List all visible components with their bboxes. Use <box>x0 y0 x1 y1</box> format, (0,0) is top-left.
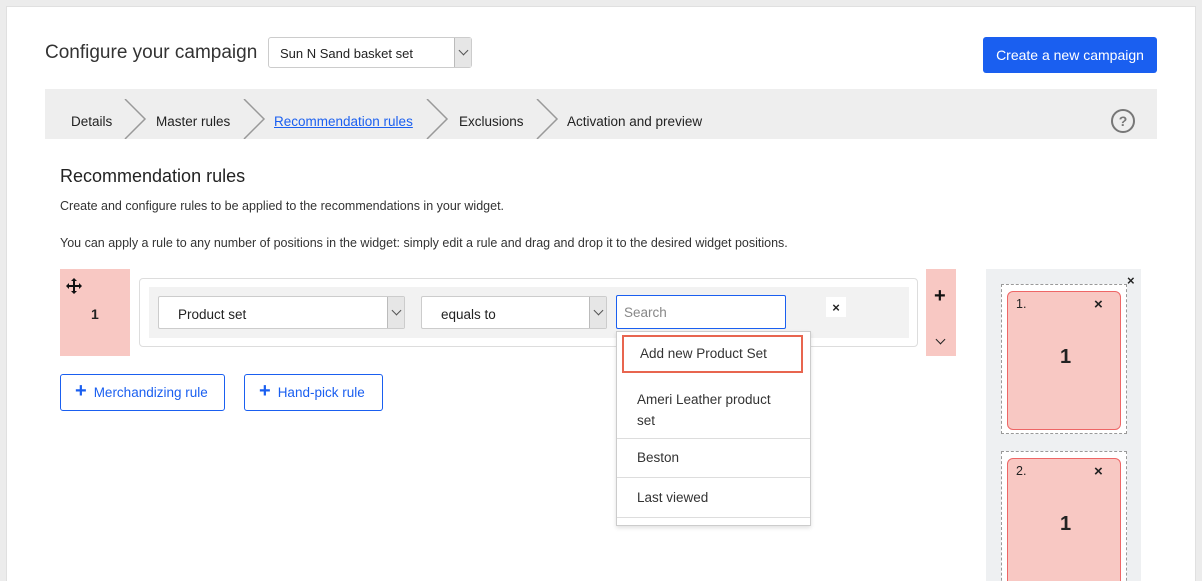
slot-rule-card[interactable]: 2. × 1 <box>1007 458 1121 581</box>
create-campaign-button[interactable]: Create a new campaign <box>983 37 1157 73</box>
step-separator-icon <box>124 99 147 139</box>
slot-rule-card[interactable]: 1. × 1 <box>1007 291 1121 430</box>
rule-actions: + <box>926 269 956 356</box>
expand-chevron-icon[interactable] <box>935 334 946 345</box>
campaign-select-value: Sun N Sand basket set <box>280 46 413 61</box>
chevron-down-icon[interactable] <box>589 297 606 328</box>
operator-select-value: equals to <box>441 307 496 322</box>
search-input[interactable] <box>616 295 786 329</box>
hand-pick-rule-button[interactable]: + Hand-pick rule <box>244 374 383 411</box>
close-icon[interactable]: × <box>1127 273 1135 288</box>
help-icon[interactable]: ? <box>1111 109 1135 133</box>
section-description: Create and configure rules to be applied… <box>60 199 505 213</box>
field-select[interactable]: Product set <box>158 296 405 329</box>
widget-positions-panel: × 1. × 1 2. × 1 <box>986 269 1141 581</box>
step-activation-preview[interactable]: Activation and preview <box>567 89 702 139</box>
slot-rule-number: 1 <box>1060 346 1072 368</box>
page-title: Configure your campaign <box>45 42 258 63</box>
chevron-down-icon[interactable] <box>387 297 404 328</box>
slot-position-label: 1. <box>1016 297 1027 311</box>
step-separator-icon <box>426 99 449 139</box>
move-icon[interactable] <box>66 278 82 294</box>
step-navigation: Details Master rules Recommendation rule… <box>45 89 1157 139</box>
rule-handle[interactable]: 1 <box>60 269 130 356</box>
plus-icon: + <box>75 380 87 402</box>
step-master-rules[interactable]: Master rules <box>156 89 230 139</box>
remove-condition-button[interactable]: × <box>826 297 846 317</box>
dropdown-item[interactable]: Beston <box>617 439 810 478</box>
slot-position-label: 2. <box>1016 464 1027 478</box>
widget-slot[interactable]: 2. × 1 <box>1001 451 1127 581</box>
step-details[interactable]: Details <box>71 89 112 139</box>
step-exclusions[interactable]: Exclusions <box>459 89 524 139</box>
close-icon[interactable]: × <box>1094 463 1103 480</box>
plus-icon: + <box>259 380 271 402</box>
dropdown-item-add-new[interactable]: Add new Product Set <box>622 335 803 373</box>
chevron-down-icon[interactable] <box>454 38 471 67</box>
section-title: Recommendation rules <box>60 166 246 186</box>
step-recommendation-rules[interactable]: Recommendation rules <box>274 89 413 139</box>
campaign-select[interactable]: Sun N Sand basket set <box>268 37 472 68</box>
dropdown-item[interactable]: Last viewed <box>617 478 810 518</box>
product-set-dropdown: Add new Product Set Ameri Leather produc… <box>616 331 811 526</box>
merchandizing-rule-button[interactable]: + Merchandizing rule <box>60 374 225 411</box>
rule-row: 1 Product set equals to × + <box>60 269 956 356</box>
operator-select[interactable]: equals to <box>421 296 607 329</box>
hand-pick-rule-label: Hand-pick rule <box>277 385 365 400</box>
section-instructions: You can apply a rule to any number of po… <box>60 236 788 250</box>
field-select-value: Product set <box>178 307 247 322</box>
close-icon[interactable]: × <box>1094 296 1103 313</box>
add-condition-icon[interactable]: + <box>934 285 946 308</box>
slot-rule-number: 1 <box>1060 513 1072 535</box>
merchandizing-rule-label: Merchandizing rule <box>93 385 208 400</box>
page: Configure your campaign Sun N Sand baske… <box>6 6 1196 581</box>
step-separator-icon <box>536 99 559 139</box>
widget-slot[interactable]: 1. × 1 <box>1001 284 1127 434</box>
dropdown-item[interactable]: Ameri Leather product set <box>617 377 810 439</box>
step-separator-icon <box>243 99 266 139</box>
rule-number: 1 <box>91 306 99 322</box>
